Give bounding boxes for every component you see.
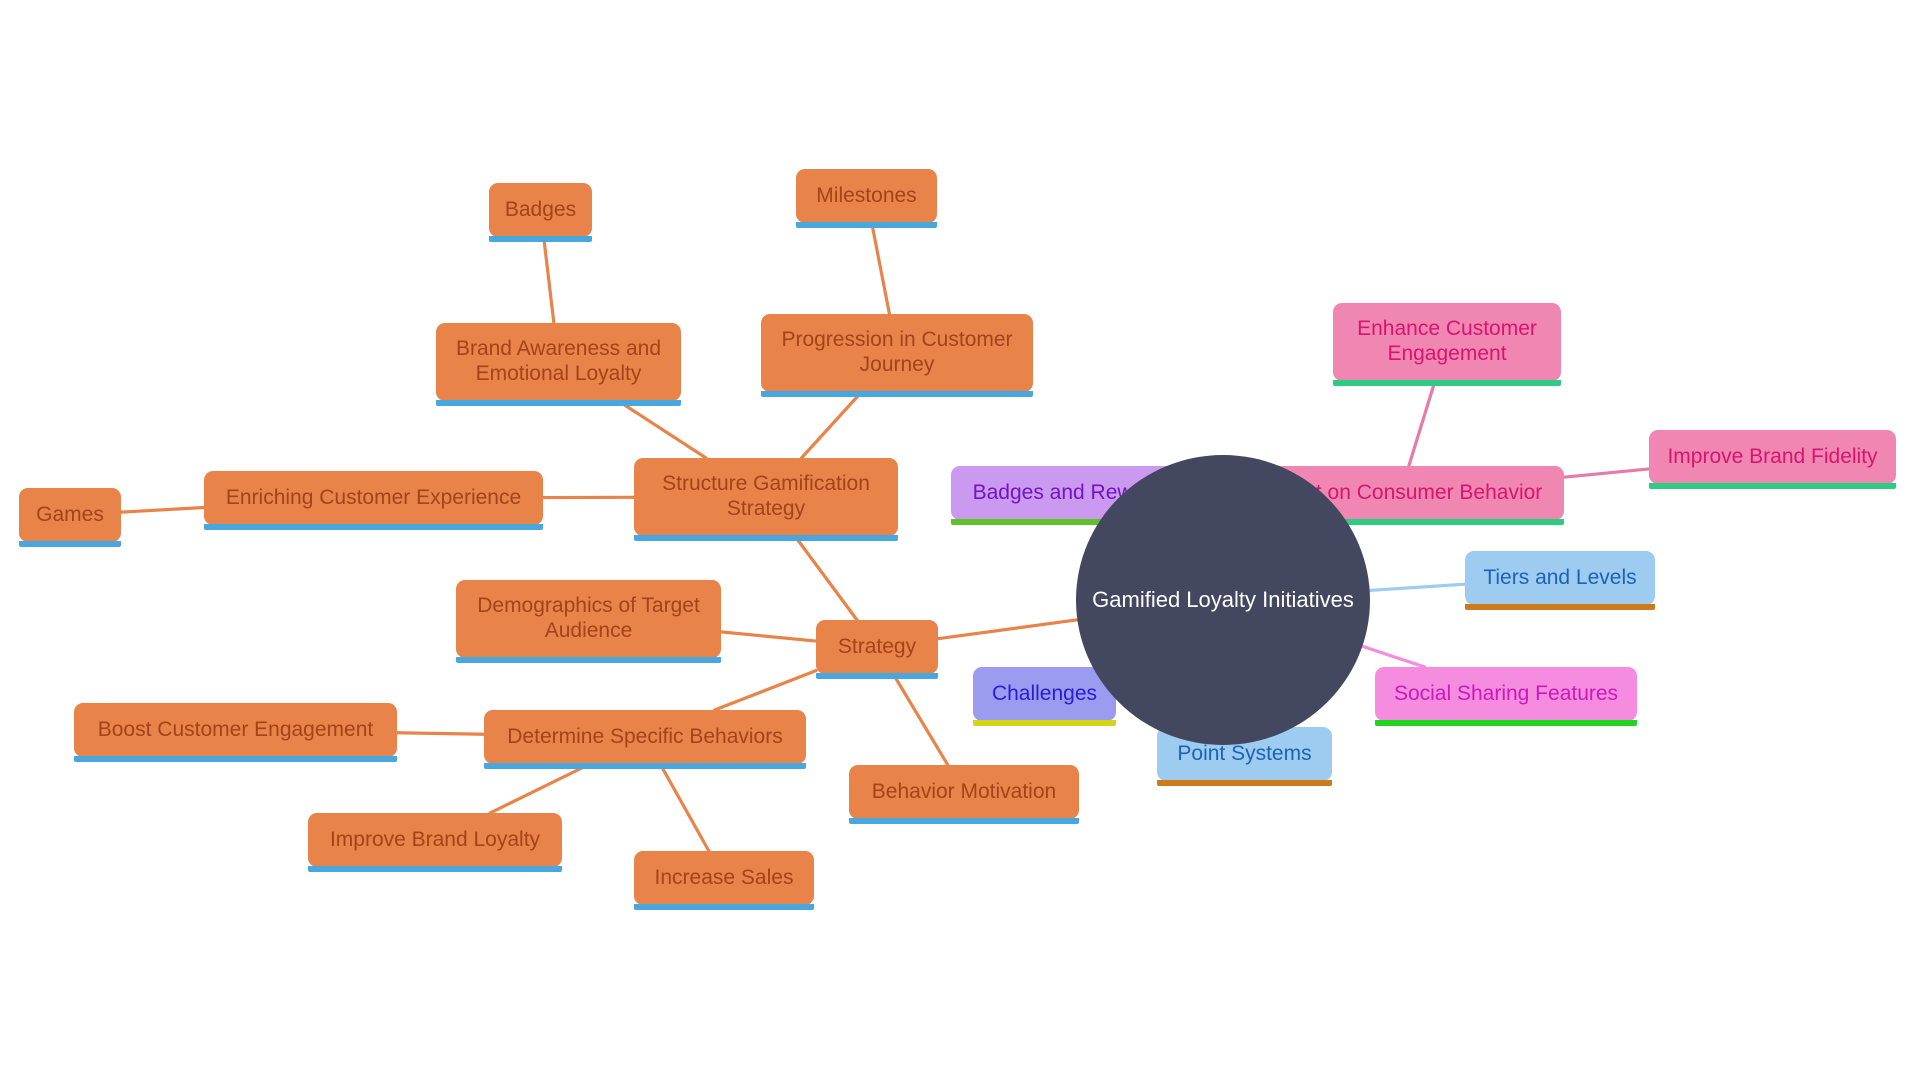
mindmap-node-determine-behav[interactable]: Determine Specific Behaviors: [484, 710, 806, 769]
node-underline: [436, 400, 681, 406]
mindmap-node-strategy[interactable]: Strategy: [816, 620, 938, 679]
mindmap-node-milestones[interactable]: Milestones: [796, 169, 937, 228]
node-underline: [761, 391, 1033, 397]
node-label: Enhance Customer Engagement: [1357, 317, 1537, 365]
mindmap-node-badges[interactable]: Badges: [489, 183, 592, 242]
mindmap-node-tiers-levels[interactable]: Tiers and Levels: [1465, 551, 1655, 610]
node-label: Point Systems: [1177, 741, 1312, 765]
mindmap-node-behavior-motiv[interactable]: Behavior Motivation: [849, 765, 1079, 824]
node-underline: [973, 720, 1116, 726]
node-underline: [204, 524, 543, 530]
node-label: Strategy: [837, 634, 917, 658]
mindmap-node-improve-fidelity[interactable]: Improve Brand Fidelity: [1649, 430, 1896, 489]
node-underline: [308, 866, 562, 872]
node-underline: [489, 236, 592, 242]
node-underline: [849, 818, 1079, 824]
edge-determine-behav-to-improve-loyalty: [488, 762, 592, 815]
edge-badges-to-brand-awareness: [542, 235, 556, 325]
node-underline: [1649, 483, 1896, 489]
node-label: Brand Awareness and Emotional Loyalty: [455, 337, 662, 385]
node-label: Milestones: [816, 183, 917, 207]
edge-strategy-to-center: [936, 618, 1079, 641]
node-underline: [1333, 380, 1561, 386]
node-underline: [74, 756, 397, 762]
node-underline: [634, 904, 814, 910]
edge-strategy-to-determine-behav: [712, 669, 818, 712]
center-node-label: Gamified Loyalty Initiatives: [1092, 587, 1354, 613]
edge-games-to-enriching: [119, 505, 206, 514]
mindmap-node-brand-awareness[interactable]: Brand Awareness and Emotional Loyalty: [436, 323, 681, 406]
mindmap-node-social-sharing[interactable]: Social Sharing Features: [1375, 667, 1637, 726]
edge-impact-consumer-to-improve-fidelity: [1562, 467, 1651, 479]
node-label: Challenges: [991, 681, 1098, 705]
mind-map-canvas: Gamified Loyalty Initiatives Badges Milest…: [0, 0, 1920, 1080]
node-label: Increase Sales: [654, 865, 794, 889]
edge-enhance-engage-to-impact-consumer: [1407, 379, 1437, 468]
node-underline: [816, 673, 938, 679]
edge-progression-to-structure-gam: [799, 390, 864, 460]
node-label: Social Sharing Features: [1393, 681, 1619, 705]
node-label: Behavior Motivation: [871, 779, 1057, 803]
mindmap-node-enriching[interactable]: Enriching Customer Experience: [204, 471, 543, 530]
node-label: Games: [36, 502, 104, 526]
mindmap-node-games[interactable]: Games: [19, 488, 121, 547]
node-underline: [634, 535, 898, 541]
node-underline: [19, 541, 121, 547]
node-label: Demographics of Target Audience: [477, 594, 700, 642]
mindmap-node-challenges[interactable]: Challenges: [973, 667, 1116, 726]
center-node[interactable]: Gamified Loyalty Initiatives: [1076, 455, 1370, 745]
node-underline: [1375, 720, 1637, 726]
edge-milestones-to-progression: [870, 221, 892, 316]
edge-boost-engage-to-determine-behav: [395, 731, 486, 736]
edge-strategy-to-behavior-motiv: [891, 672, 950, 767]
node-underline: [484, 763, 806, 769]
node-label: Badges: [504, 197, 577, 221]
node-label: Structure Gamification Strategy: [662, 472, 870, 520]
edge-structure-gam-to-strategy: [793, 534, 859, 622]
mindmap-node-demographics[interactable]: Demographics of Target Audience: [456, 580, 721, 663]
edge-determine-behav-to-increase-sales: [658, 762, 711, 853]
edge-center-to-social-sharing: [1360, 644, 1427, 669]
node-underline: [1465, 604, 1655, 610]
node-underline: [796, 222, 937, 228]
node-label: Tiers and Levels: [1483, 565, 1637, 589]
mindmap-node-structure-gam[interactable]: Structure Gamification Strategy: [634, 458, 898, 541]
node-label: Determine Specific Behaviors: [507, 724, 783, 748]
edge-demographics-to-strategy: [719, 630, 818, 643]
node-label: Boost Customer Engagement: [97, 717, 374, 741]
node-label: Progression in Customer Journey: [781, 328, 1013, 376]
mindmap-node-progression[interactable]: Progression in Customer Journey: [761, 314, 1033, 397]
node-underline: [456, 657, 721, 663]
mindmap-node-increase-sales[interactable]: Increase Sales: [634, 851, 814, 910]
mindmap-node-boost-engage[interactable]: Boost Customer Engagement: [74, 703, 397, 762]
node-underline: [1157, 780, 1332, 786]
mindmap-node-enhance-engage[interactable]: Enhance Customer Engagement: [1333, 303, 1561, 386]
node-label: Enriching Customer Experience: [225, 485, 522, 509]
mindmap-node-improve-loyalty[interactable]: Improve Brand Loyalty: [308, 813, 562, 872]
node-label: Improve Brand Fidelity: [1667, 444, 1878, 468]
edge-layer: [119, 221, 1651, 853]
edge-center-to-tiers-levels: [1368, 582, 1467, 593]
edge-brand-awareness-to-structure-gam: [616, 399, 708, 460]
node-label: Improve Brand Loyalty: [329, 827, 541, 851]
